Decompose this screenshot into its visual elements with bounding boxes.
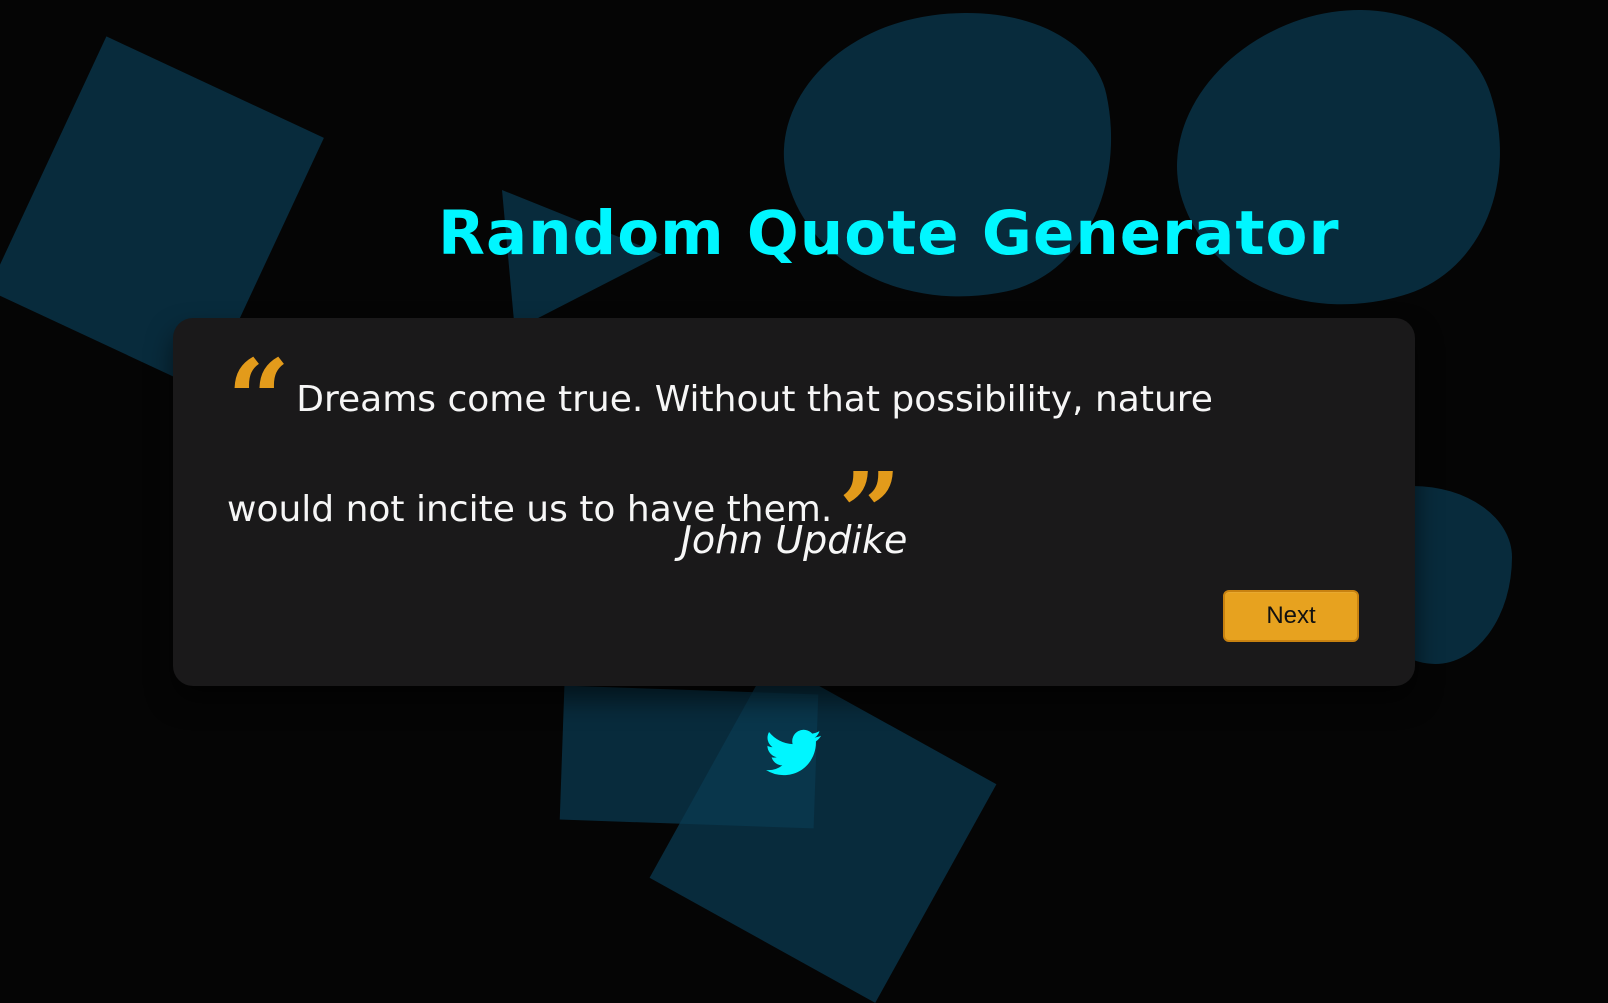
background-shape-blob [759,0,1143,332]
quote-card: “Dreams come true. Without that possibil… [173,318,1415,686]
twitter-icon [766,729,822,776]
quote-text: Dreams come true. Without that possibili… [227,379,1213,530]
page-title: Random Quote Generator [438,198,1340,269]
quote-author: John Updike [680,518,908,562]
next-button[interactable]: Next [1223,590,1359,642]
twitter-button[interactable] [761,725,827,781]
background-shape-blob [1140,0,1542,352]
quote-open-icon: “ [227,335,291,464]
